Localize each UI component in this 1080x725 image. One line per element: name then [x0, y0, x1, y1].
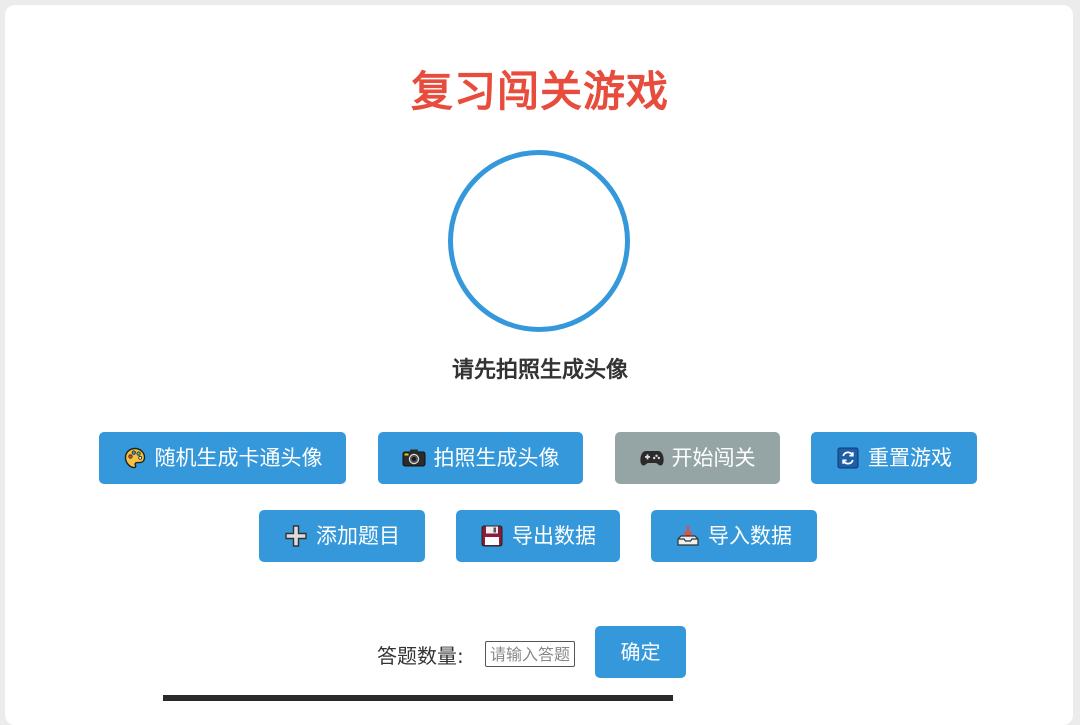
confirm-label: 确定 — [620, 640, 661, 664]
bottom-bar — [163, 695, 673, 701]
random-avatar-label: 随机生成卡通头像 — [154, 445, 323, 470]
question-count-label: 答题数量: — [377, 644, 464, 668]
photo-avatar-label: 拍照生成头像 — [433, 445, 560, 470]
palette-icon — [123, 446, 147, 470]
random-avatar-button[interactable]: 随机生成卡通头像 — [99, 432, 346, 484]
refresh-icon — [836, 446, 860, 470]
avatar-hint: 请先拍照生成头像 — [451, 358, 628, 383]
start-game-label: 开始闯关 — [671, 445, 756, 470]
avatar — [448, 150, 630, 332]
camera-icon — [402, 446, 426, 470]
import-data-button[interactable]: 导入数据 — [651, 510, 817, 562]
reset-game-label: 重置游戏 — [868, 445, 952, 470]
question-count-input[interactable] — [485, 641, 575, 667]
floppy-disk-icon — [480, 524, 504, 548]
export-data-button[interactable]: 导出数据 — [456, 510, 620, 562]
reset-game-button[interactable]: 重置游戏 — [811, 432, 977, 484]
photo-avatar-button[interactable]: 拍照生成头像 — [378, 432, 583, 484]
import-data-label: 导入数据 — [708, 523, 792, 548]
add-question-button[interactable]: 添加题目 — [259, 510, 425, 562]
inbox-tray-icon — [676, 524, 700, 548]
plus-icon — [284, 524, 308, 548]
start-game-button[interactable]: 开始闯关 — [615, 432, 780, 484]
page-title: 复习闯关游戏 — [410, 67, 669, 116]
gamepad-icon — [639, 446, 664, 470]
confirm-button[interactable]: 确定 — [595, 626, 686, 678]
export-data-label: 导出数据 — [512, 523, 596, 548]
add-question-label: 添加题目 — [316, 523, 400, 548]
